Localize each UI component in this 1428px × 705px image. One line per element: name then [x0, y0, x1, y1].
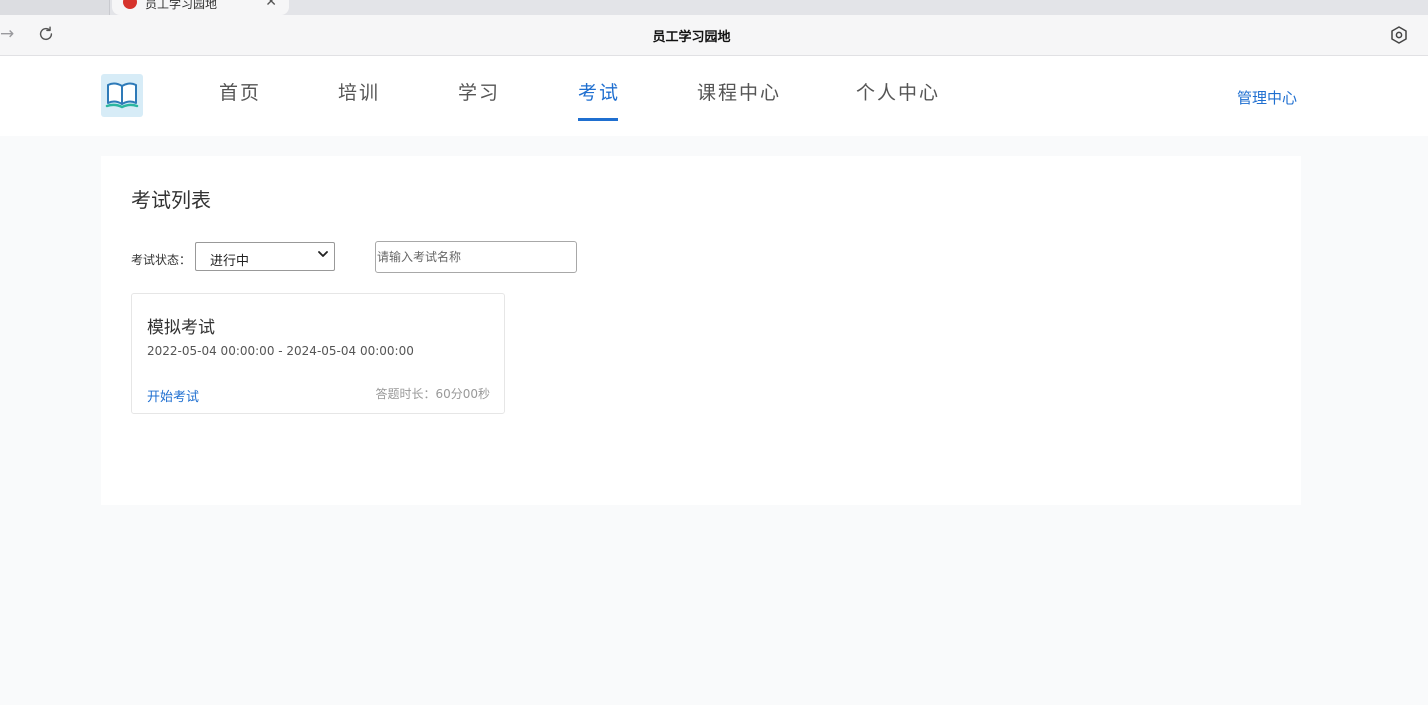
nav-item-course-center[interactable]: 课程中心: [697, 78, 781, 105]
chevron-down-icon: [318, 251, 328, 257]
browser-toolbar: → 员工学习园地: [0, 15, 1428, 56]
exam-status-select[interactable]: 进行中: [195, 242, 335, 271]
browser-tab-strip: a 员工学习园地 ✕: [0, 0, 1428, 15]
active-nav-indicator: [578, 118, 618, 121]
tab-title: 员工学习园地: [145, 0, 218, 11]
nav-item-home[interactable]: 首页: [219, 78, 261, 105]
exam-list-panel: 考试列表 考试状态： 进行中 模拟考试 2022-05-04 00:00:00 …: [101, 156, 1301, 505]
nav-item-personal-center[interactable]: 个人中心: [856, 78, 940, 105]
exam-status-value: 进行中: [210, 254, 250, 269]
hexagon-settings-icon[interactable]: [1389, 25, 1409, 45]
site-header: 首页 培训 学习 考试 课程中心 个人中心 管理中心: [0, 56, 1428, 136]
exam-period: 2022-05-04 00:00:00 - 2024-05-04 00:00:0…: [147, 344, 414, 358]
start-exam-link[interactable]: 开始考试: [147, 386, 199, 405]
nav-item-exam[interactable]: 考试: [578, 78, 620, 105]
close-tab-icon[interactable]: ✕: [265, 0, 277, 10]
page-title: 考试列表: [131, 188, 211, 212]
window-title: 员工学习园地: [652, 30, 731, 45]
exam-duration: 答题时长：60分00秒: [375, 387, 490, 401]
nav-item-training[interactable]: 培训: [338, 78, 380, 105]
exam-status-label: 考试状态：: [131, 253, 192, 267]
favicon-icon: [123, 0, 137, 9]
exam-search-input[interactable]: [375, 241, 577, 273]
browser-tab-active[interactable]: 员工学习园地 ✕: [112, 0, 289, 15]
exam-name: 模拟考试: [147, 318, 215, 338]
nav-item-study[interactable]: 学习: [458, 78, 500, 105]
exam-card: 模拟考试 2022-05-04 00:00:00 - 2024-05-04 00…: [131, 293, 505, 414]
open-book-icon: [105, 82, 139, 109]
admin-center-link[interactable]: 管理中心: [1237, 87, 1297, 108]
site-logo[interactable]: [101, 74, 143, 117]
browser-tab-previous[interactable]: a: [0, 0, 110, 15]
